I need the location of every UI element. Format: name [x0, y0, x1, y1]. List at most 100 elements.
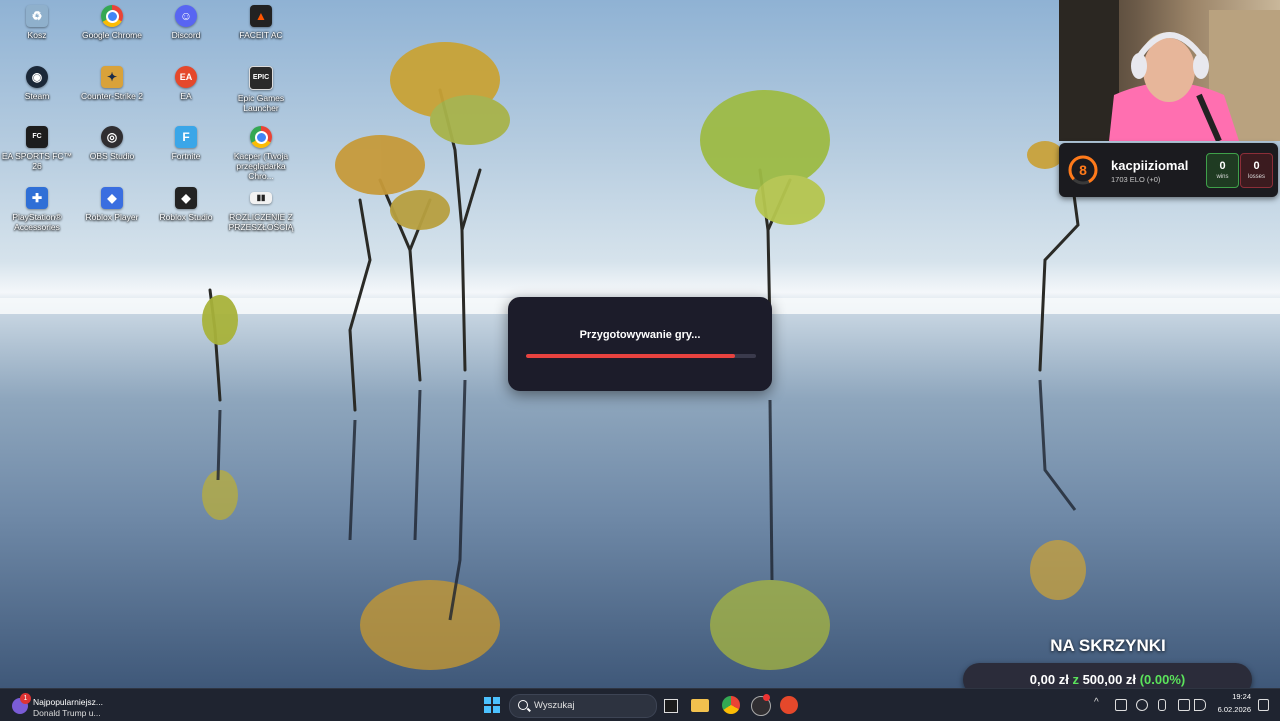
desktop-icon-counter-strike[interactable]: ✦ Counter-Strike 2	[75, 66, 149, 101]
discord-icon: ☺	[175, 5, 197, 27]
wins-label: wins	[1216, 174, 1229, 180]
loading-status-text: Przygotowywanie gry...	[579, 329, 701, 341]
counter-strike-icon: ✦	[101, 66, 123, 88]
desktop-icon-label: OBS Studio	[89, 151, 135, 161]
clock-date[interactable]: 6.02.2026	[1214, 705, 1251, 714]
desktop-icon-label: Google Chrome	[81, 30, 142, 40]
goal-current: 0,00 zł	[1029, 672, 1069, 687]
roblox-player-icon: ◆	[101, 187, 123, 209]
ea-icon	[780, 696, 798, 714]
desktop-icon-roblox-player[interactable]: ◆ Roblox Player	[75, 187, 149, 222]
news-title: Najpopularniejsz...	[33, 697, 103, 707]
taskbar-task-view-button[interactable]	[660, 695, 680, 715]
taskbar-file-explorer[interactable]	[690, 695, 710, 715]
faceit-losses-box: 0 losses	[1240, 153, 1273, 188]
desktop-icon-roblox-studio[interactable]: ◆ Roblox Studio	[149, 187, 223, 222]
desktop-icon-discord[interactable]: ☺ Discord	[149, 5, 223, 40]
goal-separator: z	[1072, 672, 1079, 687]
taskbar-search-box[interactable]: Wyszukaj	[509, 694, 657, 718]
ea-sports-fc-icon: FC	[26, 126, 48, 148]
desktop-icon-label: Kacper (Twoja przeglądarka Chro...	[233, 151, 289, 181]
desktop-icon-video-file[interactable]: ▮▮ ROZLICZENIE Z PRZESZŁOŚCIĄ	[224, 187, 298, 232]
desktop-icon-label: ROZLICZENIE Z PRZESZŁOŚCIĄ	[228, 212, 294, 232]
game-loading-dialog: Przygotowywanie gry...	[508, 297, 772, 391]
desktop-icon-epic-games[interactable]: EPIC Epic Games Launcher	[224, 66, 298, 113]
tray-overflow-chevron-icon[interactable]: ^	[1094, 697, 1099, 708]
desktop-icon-label: Discord	[171, 30, 201, 40]
volume-icon[interactable]	[1194, 699, 1206, 711]
news-badge: 1	[20, 693, 31, 704]
desktop-icon-label: EA	[180, 91, 192, 101]
loading-progress-bar	[526, 354, 756, 358]
microphone-icon[interactable]	[1158, 699, 1166, 711]
donation-goal-title: NA SKRZYNKI	[1050, 636, 1166, 655]
taskbar-chrome[interactable]	[721, 695, 741, 715]
faceit-username: kacpiiziomal	[1111, 158, 1189, 173]
desktop-icon-label: FACEIT AC	[239, 30, 283, 40]
faceit-level: 8	[1079, 162, 1087, 178]
loading-progress-fill	[526, 354, 736, 358]
desktop-icon-ea-sports-fc[interactable]: FC EA SPORTS FC™ 26	[0, 126, 74, 171]
tray-icon-network[interactable]	[1136, 699, 1148, 711]
fortnite-icon: F	[175, 126, 197, 148]
desktop-icon-label: Roblox Player	[85, 212, 139, 222]
steam-icon: ◉	[26, 66, 48, 88]
windows-logo-pane	[484, 697, 492, 705]
desktop-icon-chrome-profile[interactable]: Kacper (Twoja przeglądarka Chro...	[224, 126, 298, 181]
losses-label: losses	[1247, 174, 1265, 180]
goal-percent: (0.00%)	[1139, 672, 1186, 687]
wins-count: 0	[1219, 160, 1226, 172]
epic-games-icon: EPIC	[249, 66, 273, 90]
goal-target: 500,00 zł	[1082, 672, 1137, 687]
desktop-icon-recycle-bin[interactable]: ♻ Kosz	[0, 5, 74, 40]
recording-dot-icon	[763, 694, 770, 701]
desktop-icon-obs-studio[interactable]: ◎ OBS Studio	[75, 126, 149, 161]
news-widget[interactable]: 1 Najpopularniejsz... Donald Trump u...	[12, 693, 122, 718]
desktop-icon-playstation[interactable]: ✚ PlayStation® Accessories	[0, 187, 74, 232]
desktop-icon-fortnite[interactable]: F Fortnite	[149, 126, 223, 161]
desktop-icon-label: Fortnite	[171, 151, 201, 161]
faceit-wins-box: 0 wins	[1206, 153, 1239, 188]
taskbar-ea[interactable]	[779, 695, 799, 715]
obs-icon: ◎	[101, 126, 123, 148]
task-view-icon	[664, 699, 678, 713]
desktop-icon-chrome[interactable]: Google Chrome	[75, 5, 149, 40]
search-placeholder: Wyszukaj	[534, 700, 575, 711]
clock-time[interactable]: 19:24	[1214, 692, 1251, 701]
ea-icon: EA	[175, 66, 197, 88]
webcam-overlay	[1059, 0, 1280, 141]
desktop-icon-label: Steam	[24, 91, 50, 101]
video-file-icon: ▮▮	[250, 192, 272, 204]
streamer-webcam-image	[1059, 0, 1280, 141]
start-button[interactable]	[484, 697, 500, 713]
windows-logo-pane	[492, 705, 500, 713]
roblox-studio-icon: ◆	[175, 187, 197, 209]
chrome-icon	[101, 5, 123, 27]
desktop-icon-label: Epic Games Launcher	[237, 93, 285, 113]
news-subtitle: Donald Trump u...	[33, 708, 101, 718]
desktop-icon-label: EA SPORTS FC™ 26	[1, 151, 73, 171]
chrome-icon	[722, 696, 740, 714]
faceit-elo: 1703 ELO (+0)	[1111, 175, 1161, 184]
notifications-icon[interactable]	[1258, 699, 1269, 711]
faceit-stats-widget: 8 kacpiiziomal 1703 ELO (+0) 0 wins 0 lo…	[1059, 143, 1278, 197]
desktop-icon-label: Counter-Strike 2	[81, 91, 143, 101]
losses-count: 0	[1253, 160, 1260, 172]
taskbar: 1 Najpopularniejsz... Donald Trump u... …	[0, 688, 1280, 721]
chrome-profile-icon	[250, 126, 272, 148]
faceit-ac-icon: ▲	[250, 5, 272, 27]
desktop-icon-label: Kosz	[27, 30, 47, 40]
desktop-icon-faceit-ac[interactable]: ▲ FACEIT AC	[224, 5, 298, 40]
search-icon	[518, 700, 528, 710]
desktop-icon-label: Roblox Studio	[159, 212, 213, 222]
recycle-bin-icon: ♻	[26, 5, 48, 27]
desktop-icon-ea[interactable]: EA EA	[149, 66, 223, 101]
desktop-icon-steam[interactable]: ◉ Steam	[0, 66, 74, 101]
windows-logo-pane	[492, 697, 500, 705]
display-icon[interactable]	[1178, 699, 1190, 711]
taskbar-obs[interactable]	[750, 694, 771, 716]
folder-icon	[691, 699, 709, 712]
playstation-icon: ✚	[26, 187, 48, 209]
tray-icon-sync[interactable]	[1115, 699, 1127, 711]
desktop-icon-label: PlayStation® Accessories	[12, 212, 62, 232]
